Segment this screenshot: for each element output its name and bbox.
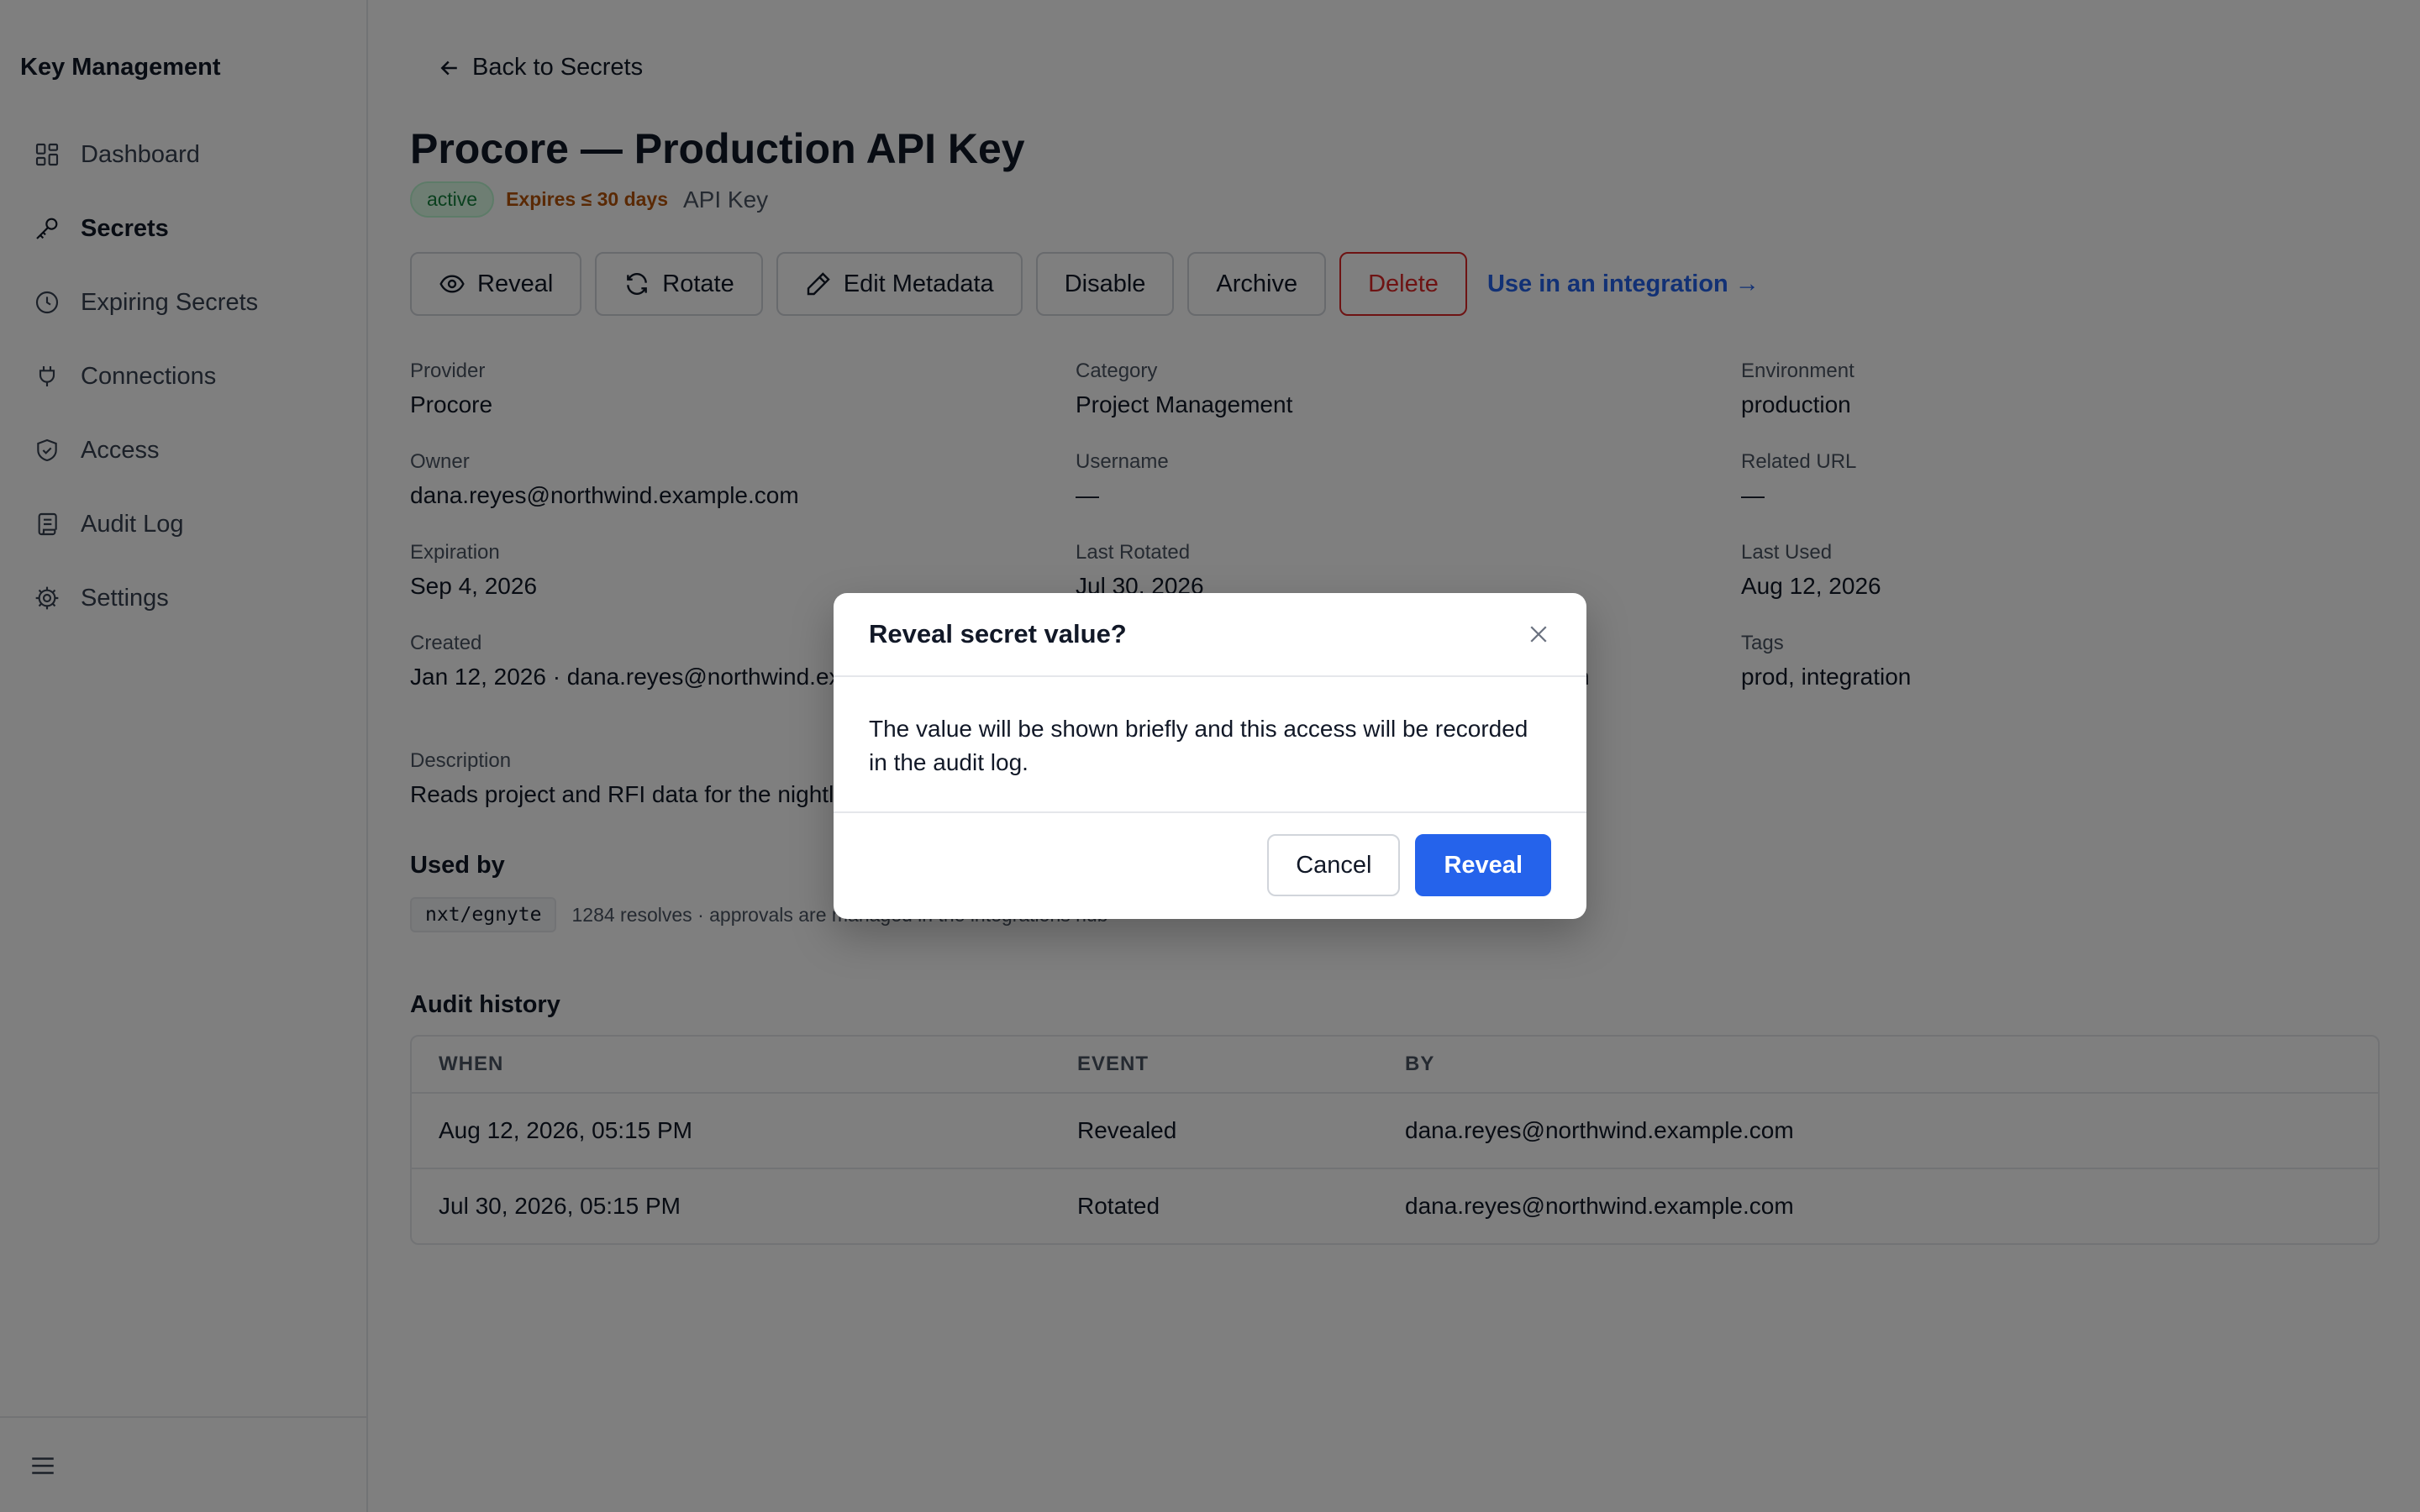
dialog-body: The value will be shown briefly and this…	[834, 677, 1586, 813]
confirm-reveal-button[interactable]: Reveal	[1415, 834, 1551, 896]
close-button[interactable]	[1526, 622, 1551, 647]
reveal-confirm-dialog: Reveal secret value? The value will be s…	[834, 593, 1586, 919]
dialog-header: Reveal secret value?	[834, 593, 1586, 677]
dialog-title: Reveal secret value?	[869, 619, 1127, 648]
close-icon	[1530, 626, 1547, 643]
dialog-footer: Cancel Reveal	[834, 813, 1586, 917]
cancel-button[interactable]: Cancel	[1267, 834, 1401, 896]
